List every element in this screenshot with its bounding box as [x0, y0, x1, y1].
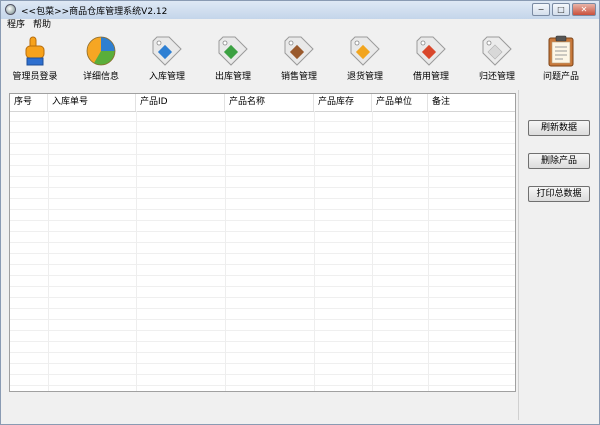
tag-icon: [416, 36, 446, 66]
column-header-unit[interactable]: 产品单位: [372, 94, 428, 111]
toolbar-label: 归还管理: [478, 72, 515, 82]
toolbar-borrow[interactable]: 借用管理: [399, 34, 463, 82]
toolbar-label: 入库管理: [148, 72, 185, 82]
window-controls: − □ ✕: [532, 3, 596, 16]
tag-icon: [218, 36, 248, 66]
pie-chart-icon: [86, 36, 116, 66]
column-header-index[interactable]: 序号: [10, 94, 48, 111]
toolbar-inbound[interactable]: 入库管理: [135, 34, 199, 82]
toolbar-outbound[interactable]: 出库管理: [201, 34, 265, 82]
clipboard-icon: [548, 35, 574, 67]
toolbar-return-items[interactable]: 归还管理: [465, 34, 529, 82]
status-area: [1, 395, 518, 424]
column-divider: [428, 111, 429, 391]
tag-icon: [482, 36, 512, 66]
pointing-hand-icon: [25, 36, 45, 66]
toolbar-label: 借用管理: [412, 72, 449, 82]
column-divider: [372, 111, 373, 391]
toolbar-label: 详细信息: [82, 72, 119, 82]
title-bar[interactable]: <<包菜>>商品仓库管理系统V2.12 − □ ✕: [1, 1, 599, 20]
table-body: [10, 111, 515, 391]
print-all-data-button[interactable]: 打印总数据: [528, 186, 590, 202]
column-header-stock[interactable]: 产品库存: [314, 94, 372, 111]
tag-icon: [350, 36, 380, 66]
toolbar-sales[interactable]: 销售管理: [267, 34, 331, 82]
toolbar-problem-products[interactable]: 问题产品: [529, 34, 593, 82]
column-divider: [225, 111, 226, 391]
minimize-button[interactable]: −: [532, 3, 550, 16]
toolbar-label: 出库管理: [214, 72, 251, 82]
window-title: <<包菜>>商品仓库管理系统V2.12: [21, 7, 168, 17]
menu-program[interactable]: 程序: [7, 19, 25, 32]
close-button[interactable]: ✕: [572, 3, 596, 16]
toolbar-label: 问题产品: [542, 72, 579, 82]
column-divider: [136, 111, 137, 391]
toolbar-returns[interactable]: 退货管理: [333, 34, 397, 82]
toolbar: 管理员登录 详细信息 入库管理 出库管理 销售管理 退货管理 借用管理 归还管理…: [1, 32, 599, 90]
app-window: <<包菜>>商品仓库管理系统V2.12 − □ ✕ 程序 帮助 管理员登录 详细…: [0, 0, 600, 425]
column-divider: [48, 111, 49, 391]
column-header-product-id[interactable]: 产品ID: [136, 94, 225, 111]
refresh-data-button[interactable]: 刷新数据: [528, 120, 590, 136]
toolbar-label: 管理员登录: [12, 72, 58, 82]
column-divider: [314, 111, 315, 391]
maximize-button[interactable]: □: [552, 3, 570, 16]
column-header-product-name[interactable]: 产品名称: [225, 94, 314, 111]
toolbar-label: 销售管理: [280, 72, 317, 82]
app-icon: [5, 4, 16, 15]
column-header-note[interactable]: 备注: [428, 94, 515, 111]
delete-product-button[interactable]: 删除产品: [528, 153, 590, 169]
column-header-inbound-no[interactable]: 入库单号: [48, 94, 136, 111]
table-header: 序号 入库单号 产品ID 产品名称 产品库存 产品单位 备注: [10, 94, 515, 112]
toolbar-details[interactable]: 详细信息: [69, 34, 133, 82]
tag-icon: [284, 36, 314, 66]
menu-bar: 程序 帮助: [1, 19, 599, 32]
toolbar-label: 退货管理: [346, 72, 383, 82]
menu-help[interactable]: 帮助: [33, 19, 51, 32]
product-table[interactable]: 序号 入库单号 产品ID 产品名称 产品库存 产品单位 备注: [9, 93, 516, 392]
tag-icon: [152, 36, 182, 66]
action-panel: 刷新数据 删除产品 打印总数据: [518, 90, 599, 420]
toolbar-admin-login[interactable]: 管理员登录: [3, 34, 67, 82]
